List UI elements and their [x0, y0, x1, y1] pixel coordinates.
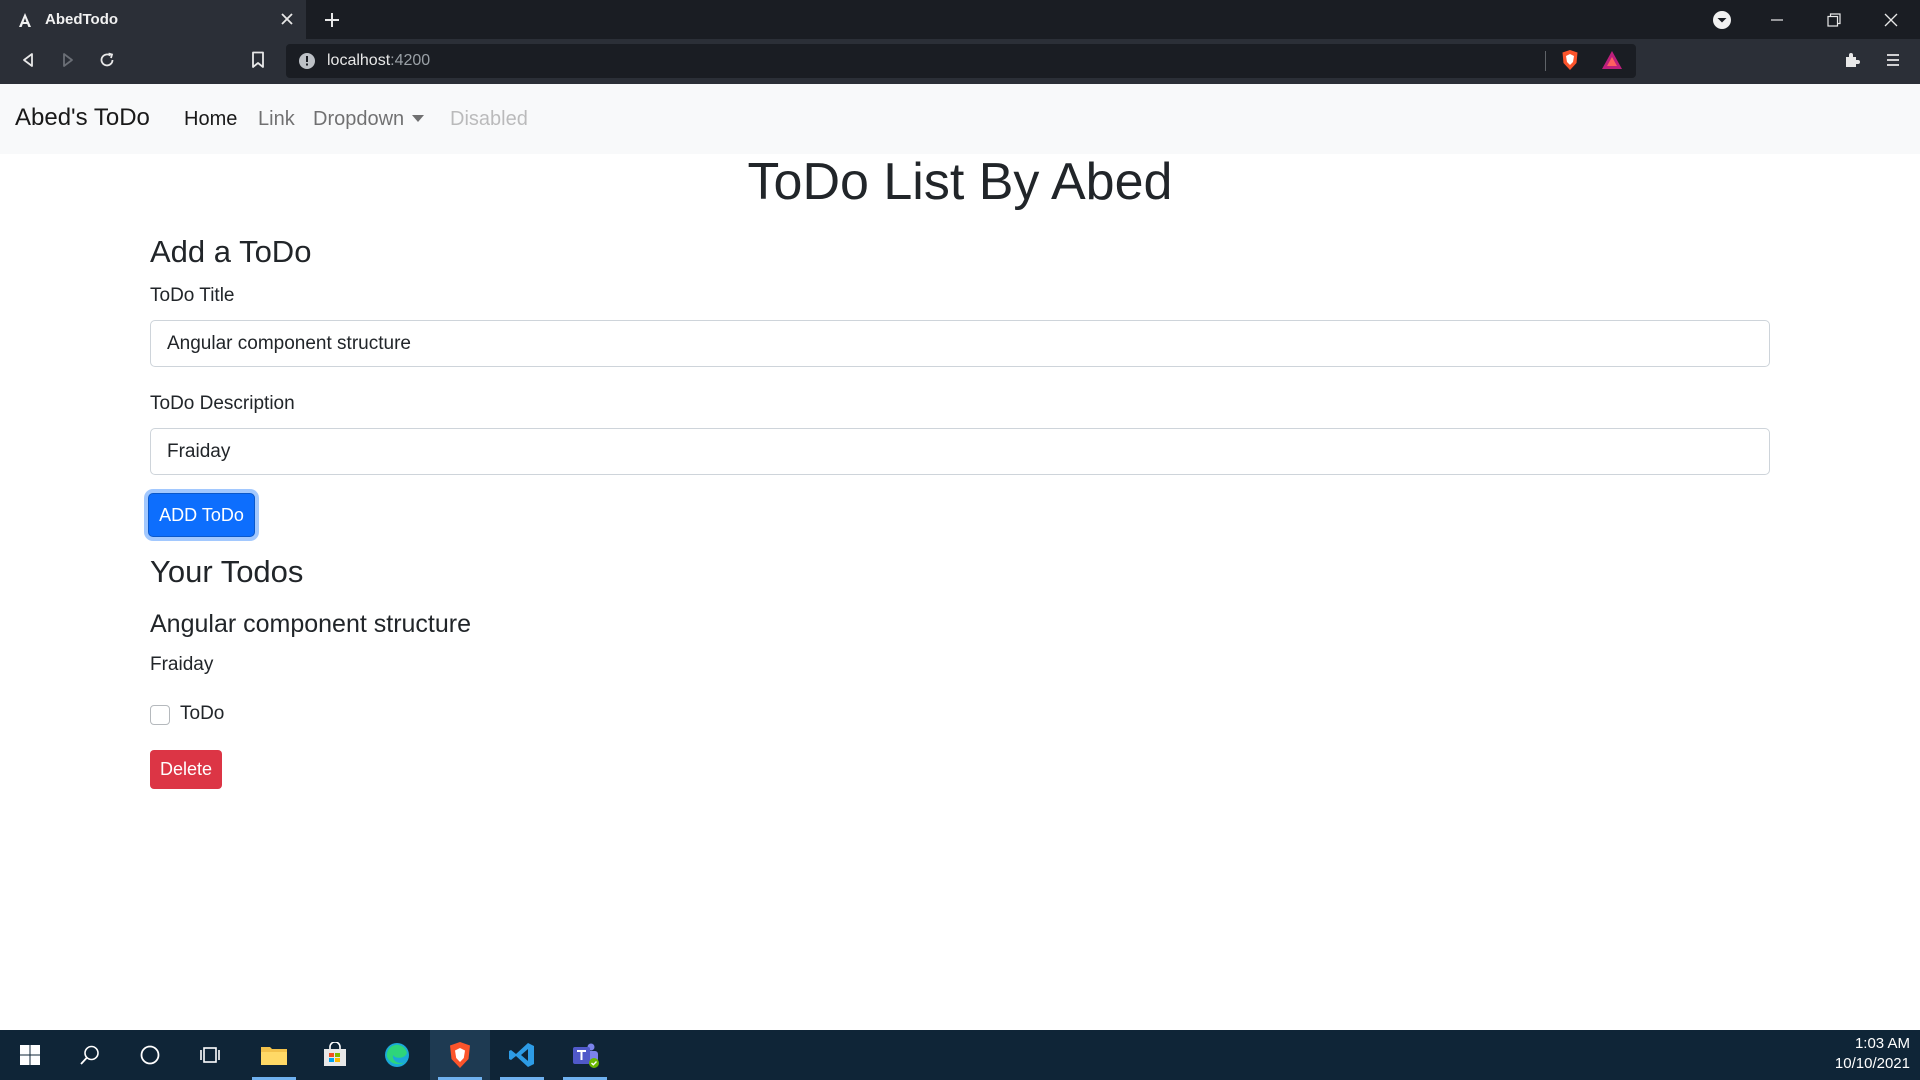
nav-dropdown-toggle[interactable]: Dropdown	[313, 108, 425, 131]
nav-link-disabled: Disabled	[450, 108, 528, 130]
minimize-icon[interactable]	[1749, 0, 1805, 39]
search-icon[interactable]	[60, 1030, 120, 1080]
clock-time: 1:03 AM	[1854, 1035, 1910, 1052]
todo-description-label: ToDo Description	[150, 393, 295, 414]
restore-icon[interactable]	[1806, 0, 1862, 39]
teams-icon[interactable]	[555, 1030, 615, 1080]
microsoft-store-icon[interactable]	[305, 1030, 365, 1080]
url-host: localhost	[327, 52, 391, 69]
add-todo-heading: Add a ToDo	[150, 234, 312, 269]
url-text[interactable]: localhost:4200	[327, 49, 430, 73]
windows-start-icon[interactable]	[0, 1030, 60, 1080]
todo-checkbox-label[interactable]: ToDo	[180, 703, 224, 725]
system-clock[interactable]: 1:03 AM 10/10/2021	[1835, 1034, 1910, 1074]
brave-shields-icon[interactable]	[1555, 45, 1585, 75]
task-view-icon[interactable]	[180, 1030, 240, 1080]
todo-title-input[interactable]	[150, 320, 1770, 367]
nav-dropdown-label: Dropdown	[313, 108, 405, 130]
brave-taskbar-icon[interactable]	[430, 1030, 490, 1080]
forward-icon[interactable]	[53, 45, 83, 75]
cortana-icon[interactable]	[120, 1030, 180, 1080]
your-todos-heading: Your Todos	[150, 554, 304, 589]
todo-title-label: ToDo Title	[150, 285, 235, 306]
brave-rewards-icon[interactable]	[1597, 45, 1627, 75]
todo-done-checkbox[interactable]	[150, 705, 170, 725]
bookmark-icon[interactable]	[243, 45, 273, 75]
edge-icon[interactable]	[367, 1030, 427, 1080]
navbar-brand[interactable]: Abed's ToDo	[15, 104, 150, 132]
vscode-icon[interactable]	[492, 1030, 552, 1080]
back-icon[interactable]	[13, 45, 43, 75]
tab-title: AbedTodo	[45, 11, 119, 28]
reload-icon[interactable]	[92, 45, 122, 75]
clock-date: 10/10/2021	[1834, 1055, 1910, 1072]
caret-down-icon	[412, 114, 425, 122]
site-info-icon[interactable]	[292, 46, 322, 76]
close-window-icon[interactable]	[1863, 0, 1919, 39]
todo-item-title: Angular component structure	[150, 610, 472, 638]
address-bar-divider	[1545, 51, 1546, 71]
add-todo-button[interactable]: ADD ToDo	[148, 493, 255, 537]
todo-item-description: Fraiday	[150, 654, 214, 675]
delete-todo-button[interactable]: Delete	[150, 750, 222, 789]
new-tab-icon[interactable]	[318, 6, 346, 34]
page-title: ToDo List By Abed	[747, 153, 1173, 211]
menu-icon[interactable]	[1878, 45, 1908, 75]
nav-link-link[interactable]: Link	[258, 108, 295, 131]
angular-favicon-icon	[14, 9, 36, 31]
url-port: :4200	[390, 52, 431, 69]
browser-tab[interactable]: AbedTodo	[0, 0, 306, 39]
file-explorer-icon[interactable]	[244, 1030, 304, 1080]
downloads-icon[interactable]	[1694, 0, 1750, 39]
extensions-icon[interactable]	[1837, 45, 1867, 75]
close-tab-icon[interactable]	[276, 8, 298, 30]
address-bar[interactable]	[286, 44, 1636, 78]
nav-link-home[interactable]: Home	[184, 108, 237, 131]
todo-description-input[interactable]	[150, 428, 1770, 475]
